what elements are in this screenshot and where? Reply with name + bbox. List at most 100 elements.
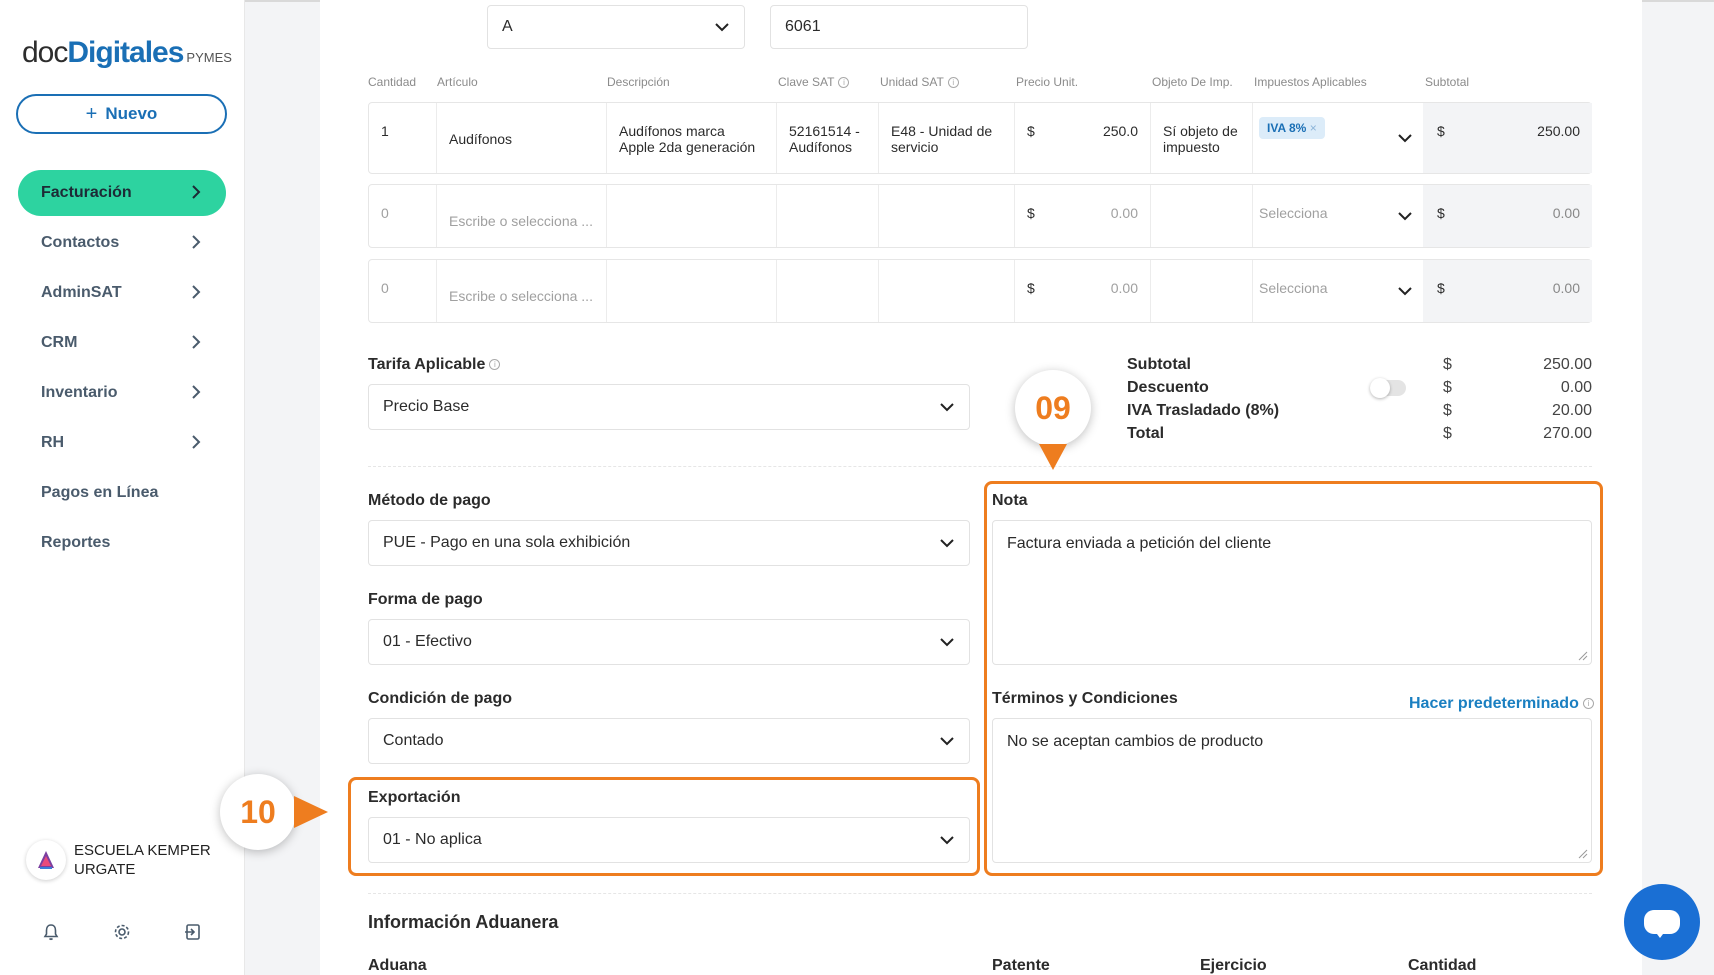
header-cantidad: Cantidad: [368, 75, 417, 89]
clave-line2: Audífonos: [789, 139, 853, 155]
unidad-sat-cell[interactable]: [879, 185, 1015, 247]
subtotal-cell: $ 0.00: [1423, 185, 1592, 247]
callout-09: 09: [1015, 370, 1091, 446]
forma-value: 01 - Efectivo: [383, 633, 472, 650]
sidebar-item-rh[interactable]: RH: [18, 420, 226, 466]
subtotal-value: 0.00: [1552, 280, 1580, 296]
header-unidad-sat: Unidad SAT i: [880, 75, 959, 89]
logout-icon[interactable]: [183, 922, 203, 942]
chevron-down-icon: [1398, 212, 1412, 221]
currency-symbol: $: [1437, 280, 1445, 296]
subtotal-value: 0.00: [1552, 205, 1580, 221]
header-clave-sat: Clave SAT i: [778, 75, 850, 89]
unidad-line1: E48 - Unidad de: [891, 123, 993, 139]
impuestos-placeholder: Selecciona: [1259, 280, 1328, 296]
bell-icon[interactable]: [41, 922, 61, 942]
info-icon[interactable]: i: [489, 359, 501, 371]
tarifa-select[interactable]: Precio Base: [368, 384, 970, 430]
info-icon[interactable]: i: [838, 77, 850, 89]
objeto-cell[interactable]: [1151, 185, 1253, 247]
articulo-cell[interactable]: Escribe o selecciona ...: [437, 260, 607, 322]
sidebar-item-label: Contactos: [41, 234, 120, 251]
chevron-right-icon: [192, 185, 201, 199]
highlight-frame-exportacion: [348, 777, 980, 876]
articulo-cell[interactable]: Audífonos: [437, 103, 607, 173]
sidebar-item-inventario[interactable]: Inventario: [18, 370, 226, 416]
logo-digitales: Digitales: [67, 36, 184, 69]
cantidad-cell[interactable]: 0: [369, 185, 437, 247]
new-button[interactable]: + Nuevo: [16, 94, 227, 134]
subtotal-label: Subtotal: [1127, 356, 1191, 373]
sidebar-item-label: CRM: [41, 334, 78, 351]
tax-badge[interactable]: IVA 8% ×: [1259, 117, 1325, 139]
descuento-toggle[interactable]: [1370, 378, 1406, 398]
precio-cell[interactable]: $ 250.0: [1015, 103, 1151, 173]
tarifa-value: Precio Base: [383, 398, 470, 415]
callout-09-label: 09: [1035, 389, 1071, 426]
sidebar-item-label: Pagos en Línea: [41, 484, 159, 501]
subtotal-cell: $ 0.00: [1423, 260, 1592, 322]
sidebar-item-contactos[interactable]: Contactos: [18, 220, 226, 266]
unidad-sat-cell[interactable]: [879, 260, 1015, 322]
descripcion-cell[interactable]: [607, 260, 777, 322]
articulo-cell[interactable]: Escribe o selecciona ...: [437, 185, 607, 247]
clave-sat-cell[interactable]: [777, 260, 879, 322]
forma-label: Forma de pago: [368, 591, 483, 608]
aduanera-title: Información Aduanera: [368, 912, 559, 932]
impuestos-select[interactable]: Selecciona: [1253, 185, 1423, 247]
chevron-down-icon: [715, 23, 729, 32]
objeto-cell[interactable]: Sí objeto de impuesto: [1151, 103, 1253, 173]
sidebar-item-facturacion[interactable]: Facturación: [18, 170, 226, 216]
header-objeto: Objeto De Imp.: [1152, 75, 1233, 89]
impuestos-select[interactable]: IVA 8% ×: [1253, 103, 1423, 173]
serie-select[interactable]: A: [487, 5, 745, 49]
descripcion-cell[interactable]: Audífonos marca Apple 2da generación: [607, 103, 777, 173]
cantidad-cell[interactable]: 0: [369, 260, 437, 322]
chat-button[interactable]: [1624, 884, 1700, 960]
sidebar-item-label: Reportes: [41, 534, 111, 551]
subtotal-cell: $ 250.00: [1423, 103, 1592, 173]
clave-sat-cell[interactable]: [777, 185, 879, 247]
descripcion-cell[interactable]: [607, 185, 777, 247]
remove-tax-icon[interactable]: ×: [1310, 121, 1317, 135]
chevron-right-icon: [192, 435, 201, 449]
sidebar-item-label: AdminSAT: [41, 284, 122, 301]
sidebar-item-crm[interactable]: CRM: [18, 320, 226, 366]
forma-pago-select[interactable]: 01 - Efectivo: [368, 619, 970, 665]
impuestos-select[interactable]: Selecciona: [1253, 260, 1423, 322]
callout-10-label: 10: [240, 793, 276, 830]
clave-sat-cell[interactable]: 52161514 - Audífonos: [777, 103, 879, 173]
chevron-down-icon: [940, 638, 954, 647]
precio-cell[interactable]: $ 0.00: [1015, 260, 1151, 322]
chevron-right-icon: [192, 335, 201, 349]
sidebar-item-reportes[interactable]: Reportes: [18, 520, 226, 566]
metodo-pago-select[interactable]: PUE - Pago en una sola exhibición: [368, 520, 970, 566]
objeto-cell[interactable]: [1151, 260, 1253, 322]
user-profile[interactable]: ESCUELA KEMPER URGATE: [26, 840, 211, 880]
info-icon[interactable]: i: [947, 77, 959, 89]
sidebar-item-label: RH: [41, 434, 65, 451]
user-name-line1: ESCUELA KEMPER: [74, 842, 211, 859]
callout-10: 10: [220, 774, 296, 850]
cantidad-cell[interactable]: 1: [369, 103, 437, 173]
sidebar-item-pagos-en-linea[interactable]: Pagos en Línea: [18, 470, 226, 516]
precio-value: 250.0: [1102, 123, 1138, 139]
patente-label: Patente: [992, 957, 1050, 974]
currency-symbol: $: [1437, 205, 1445, 221]
sidebar-item-adminsat[interactable]: AdminSAT: [18, 270, 226, 316]
subtotal-value: 250.00: [1543, 356, 1592, 373]
chevron-down-icon: [940, 539, 954, 548]
precio-cell[interactable]: $ 0.00: [1015, 185, 1151, 247]
currency-symbol: $: [1027, 280, 1035, 296]
cantidad-value: 1: [381, 123, 389, 139]
unidad-sat-cell[interactable]: E48 - Unidad de servicio: [879, 103, 1015, 173]
callout-pointer-down-icon: [1039, 444, 1067, 470]
folio-input[interactable]: 6061: [770, 5, 1028, 49]
sidebar-item-label: Inventario: [41, 384, 118, 401]
app-logo[interactable]: doc Digitales PYMES: [22, 36, 232, 70]
logo-pymes: PYMES: [186, 50, 232, 65]
sidebar: doc Digitales PYMES + Nuevo Facturación …: [0, 0, 245, 975]
condicion-pago-select[interactable]: Contado: [368, 718, 970, 764]
header-precio: Precio Unit.: [1016, 75, 1079, 89]
gear-icon[interactable]: [112, 922, 132, 942]
